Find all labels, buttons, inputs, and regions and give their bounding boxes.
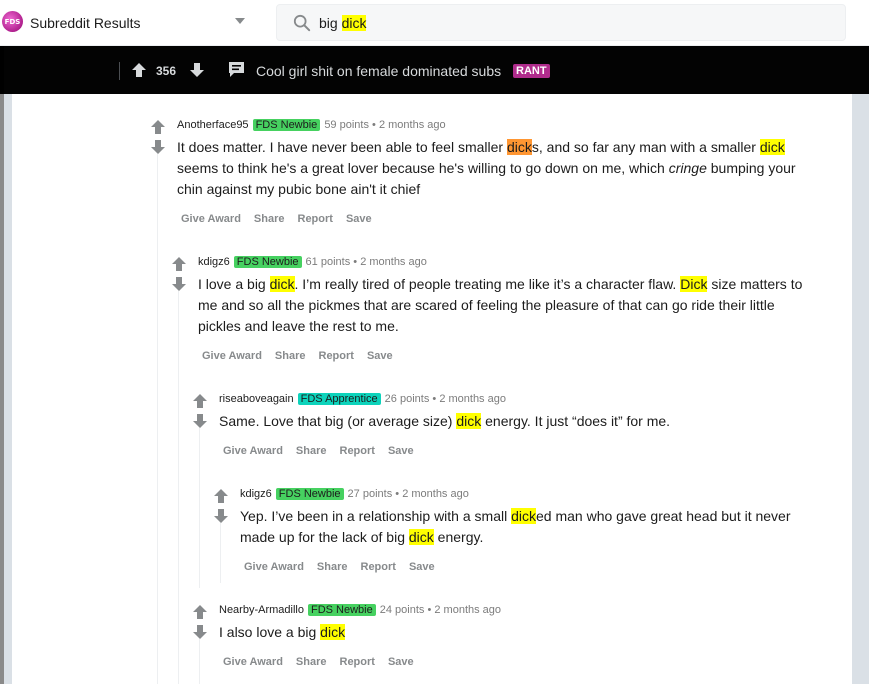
comment-actions: Give Award Share Report Save <box>223 656 427 668</box>
user-flair: FDS Newbie <box>233 256 302 268</box>
user-flair: FDS Newbie <box>252 119 321 131</box>
post-score: 356 <box>156 64 177 78</box>
comment-author[interactable]: kdigz6 <box>198 256 230 268</box>
save-button[interactable]: Save <box>367 350 393 362</box>
downvote-arrow-icon[interactable] <box>190 63 204 77</box>
search-input[interactable]: big dick <box>276 4 846 41</box>
thread-line[interactable] <box>157 154 158 684</box>
comment-author[interactable]: kdigz6 <box>240 488 272 500</box>
give-award-button[interactable]: Give Award <box>202 350 262 362</box>
post-flair[interactable]: RANT <box>513 64 550 78</box>
give-award-button[interactable]: Give Award <box>244 561 304 573</box>
comment-points: 59 points <box>324 119 369 131</box>
thread-line[interactable] <box>220 523 221 583</box>
top-header: FDS Subreddit Results big dick <box>0 0 869 46</box>
save-button[interactable]: Save <box>346 213 372 225</box>
comment-age[interactable]: 2 months ago <box>434 604 501 616</box>
comment-body: I also love a big dick <box>219 624 346 640</box>
search-highlight-current: dick <box>506 139 532 155</box>
downvote-arrow-icon[interactable] <box>214 509 228 523</box>
comment-author[interactable]: Anotherface95 <box>177 119 249 131</box>
comment-body: It does matter. I have never been able t… <box>177 139 796 197</box>
search-query: big dick <box>319 15 367 31</box>
comment-icon <box>229 62 244 77</box>
chevron-down-icon[interactable] <box>235 18 245 24</box>
search-highlight: dick <box>269 276 295 292</box>
downvote-arrow-icon[interactable] <box>193 625 207 639</box>
subreddit-logo-icon[interactable]: FDS <box>2 11 23 32</box>
report-button[interactable]: Report <box>361 561 396 573</box>
user-flair: FDS Apprentice <box>297 393 381 405</box>
thread-line[interactable] <box>199 428 200 588</box>
user-flair: FDS Newbie <box>307 604 376 616</box>
subreddit-results-dropdown[interactable]: Subreddit Results <box>30 15 141 31</box>
comment-points: 26 points <box>384 393 430 405</box>
comment-age[interactable]: 2 months ago <box>402 488 469 500</box>
search-highlight: dick <box>456 413 482 429</box>
search-highlight: Dick <box>680 276 708 292</box>
downvote-arrow-icon[interactable] <box>151 140 165 154</box>
give-award-button[interactable]: Give Award <box>223 445 283 457</box>
comment-age[interactable]: 2 months ago <box>360 256 427 268</box>
comment-meta: kdigz6 FDS Newbie 27 points • 2 months ago <box>240 488 469 500</box>
save-button[interactable]: Save <box>409 561 435 573</box>
give-award-button[interactable]: Give Award <box>181 213 241 225</box>
comments-panel: Anotherface95 FDS Newbie 59 points • 2 mon… <box>12 94 852 684</box>
report-button[interactable]: Report <box>319 350 354 362</box>
upvote-arrow-icon[interactable] <box>172 257 186 271</box>
user-flair: FDS Newbie <box>275 488 344 500</box>
comment-actions: Give Award Share Report Save <box>223 445 427 457</box>
comment-author[interactable]: Nearby-Armadillo <box>219 604 304 616</box>
search-icon <box>293 14 311 32</box>
comment-author[interactable]: riseaboveagain <box>219 393 294 405</box>
comment-meta: Nearby-Armadillo FDS Newbie 24 points • 2 … <box>219 604 502 616</box>
comment-points: 27 points <box>347 488 393 500</box>
upvote-arrow-icon[interactable] <box>132 63 146 77</box>
comment-points: 61 points <box>305 256 351 268</box>
comment-age[interactable]: 2 months ago <box>379 119 446 131</box>
share-button[interactable]: Share <box>254 213 285 225</box>
save-button[interactable]: Save <box>388 445 414 457</box>
upvote-arrow-icon[interactable] <box>151 120 165 134</box>
report-button[interactable]: Report <box>340 445 375 457</box>
save-button[interactable]: Save <box>388 656 414 668</box>
share-button[interactable]: Share <box>296 656 327 668</box>
give-award-button[interactable]: Give Award <box>223 656 283 668</box>
share-button[interactable]: Share <box>296 445 327 457</box>
comment-points: 24 points <box>379 604 425 616</box>
search-highlight: dick <box>408 529 434 545</box>
post-header-bar: 356 Cool girl shit on female dominated s… <box>0 46 869 94</box>
share-button[interactable]: Share <box>275 350 306 362</box>
comment-actions: Give Award Share Report Save <box>202 350 406 362</box>
post-title[interactable]: Cool girl shit on female dominated subs <box>256 63 501 79</box>
comment-actions: Give Award Share Report Save <box>181 213 385 225</box>
comment-age[interactable]: 2 months ago <box>439 393 506 405</box>
comment-body: Same. Love that big (or average size) di… <box>219 413 671 429</box>
upvote-arrow-icon[interactable] <box>193 605 207 619</box>
left-scroll-edge <box>0 94 4 684</box>
thread-line[interactable] <box>178 291 179 684</box>
comment-actions: Give Award Share Report Save <box>244 561 448 573</box>
comment-meta: Anotherface95 FDS Newbie 59 points • 2 mon… <box>177 119 446 131</box>
search-query-highlight: dick <box>341 15 367 31</box>
divider <box>119 62 120 80</box>
report-button[interactable]: Report <box>298 213 333 225</box>
search-highlight: dick <box>759 139 785 155</box>
thread-line[interactable] <box>199 639 200 684</box>
upvote-arrow-icon[interactable] <box>214 489 228 503</box>
search-highlight: dick <box>511 508 536 524</box>
upvote-arrow-icon[interactable] <box>193 394 207 408</box>
downvote-arrow-icon[interactable] <box>172 277 186 291</box>
report-button[interactable]: Report <box>340 656 375 668</box>
comment-meta: riseaboveagain FDS Apprentice 26 points • … <box>219 393 506 405</box>
search-highlight: dick <box>320 624 346 640</box>
comment-body: Yep. I’ve been in a relationship with a … <box>240 508 791 545</box>
share-button[interactable]: Share <box>317 561 348 573</box>
downvote-arrow-icon[interactable] <box>193 414 207 428</box>
comment-meta: kdigz6 FDS Newbie 61 points • 2 months ago <box>198 256 427 268</box>
comment-body: I love a big dick. I’m really tired of p… <box>198 276 803 334</box>
